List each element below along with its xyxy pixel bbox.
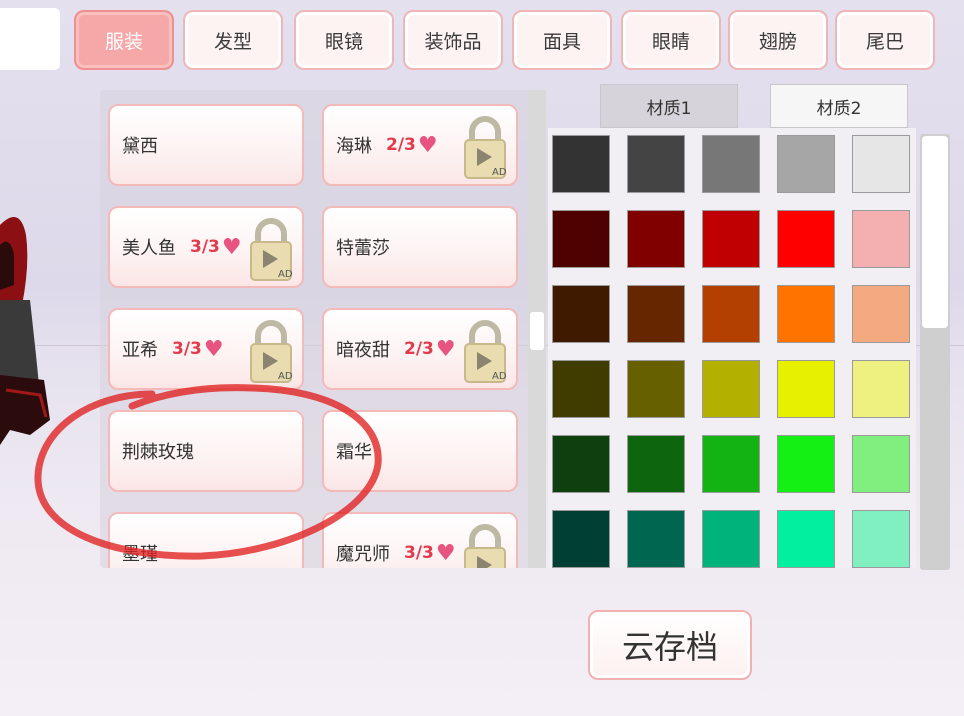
ad-lock-icon: AD (250, 218, 293, 281)
outfit-item[interactable]: 暗夜甜 2/3 ♥ AD (322, 308, 518, 390)
color-swatch[interactable] (777, 210, 835, 268)
outfit-name: 荆棘玫瑰 (122, 442, 194, 463)
color-swatch[interactable] (777, 360, 835, 418)
color-swatch[interactable] (852, 510, 910, 568)
outfit-item[interactable]: 霜华 (322, 410, 518, 492)
tab-6[interactable]: 翅膀 (728, 10, 828, 70)
color-swatch[interactable] (627, 435, 685, 493)
outfit-name: 美人鱼 (122, 238, 176, 259)
color-swatch[interactable] (852, 210, 910, 268)
material-tab-1[interactable]: 材质1 (600, 84, 738, 128)
color-swatch[interactable] (552, 285, 610, 343)
color-swatch[interactable] (852, 135, 910, 193)
outfit-name: 特蕾莎 (336, 238, 390, 259)
outfit-name: 魔咒师 (336, 544, 390, 565)
outfit-item[interactable]: 墨瑾 (108, 512, 304, 568)
heart-icon: ♥ (435, 336, 456, 362)
color-swatch[interactable] (702, 210, 760, 268)
color-swatch[interactable] (777, 285, 835, 343)
outfit-item[interactable]: 荆棘玫瑰 (108, 410, 304, 492)
heart-icon: ♥ (203, 336, 224, 362)
color-palette (548, 128, 916, 568)
color-swatch[interactable] (552, 360, 610, 418)
outfit-item[interactable]: 海琳 2/3 ♥ AD (322, 104, 518, 186)
color-swatch[interactable] (702, 510, 760, 568)
color-swatch[interactable] (702, 285, 760, 343)
outfit-progress: 3/3 (172, 339, 202, 359)
item-list-panel[interactable]: 黛西 海琳 2/3 ♥ AD 美人鱼 3/3 ♥ AD 特蕾莎 亚希 3/3 ♥ AD 暗夜甜 2… (100, 90, 540, 568)
ad-lock-icon: AD (464, 320, 507, 383)
color-swatch[interactable] (627, 510, 685, 568)
color-swatch[interactable] (852, 360, 910, 418)
color-swatch[interactable] (702, 435, 760, 493)
tab-2[interactable]: 眼镜 (294, 10, 394, 70)
tab-1[interactable]: 发型 (183, 10, 283, 70)
tab-4[interactable]: 面具 (512, 10, 612, 70)
color-swatch[interactable] (777, 435, 835, 493)
color-swatch[interactable] (627, 285, 685, 343)
palette-scroll-thumb[interactable] (922, 136, 948, 328)
outfit-item[interactable]: 特蕾莎 (322, 206, 518, 288)
preview-panel (0, 8, 60, 70)
color-swatch[interactable] (552, 210, 610, 268)
outfit-name: 亚希 (122, 340, 158, 361)
color-swatch[interactable] (627, 210, 685, 268)
outfit-name: 暗夜甜 (336, 340, 390, 361)
heart-icon: ♥ (417, 132, 438, 158)
ad-lock-icon: AD (464, 524, 506, 568)
outfit-name: 海琳 (336, 136, 372, 157)
outfit-progress: 3/3 (190, 237, 220, 257)
svg-text:AD: AD (492, 371, 507, 382)
outfit-name: 墨瑾 (122, 544, 158, 565)
item-list-scroll-thumb[interactable] (530, 312, 544, 350)
tab-3[interactable]: 装饰品 (403, 10, 503, 70)
ad-lock-icon: AD (464, 116, 507, 179)
svg-text:AD: AD (492, 167, 507, 178)
color-swatch[interactable] (627, 360, 685, 418)
color-swatch[interactable] (552, 435, 610, 493)
outfit-progress: 2/3 (386, 135, 416, 155)
heart-icon: ♥ (221, 234, 242, 260)
color-swatch[interactable] (777, 510, 835, 568)
outfit-name: 黛西 (122, 136, 158, 157)
color-swatch[interactable] (552, 510, 610, 568)
color-swatch[interactable] (777, 135, 835, 193)
color-swatch[interactable] (852, 285, 910, 343)
character-figure (0, 217, 50, 445)
outfit-item[interactable]: 黛西 (108, 104, 304, 186)
tab-5[interactable]: 眼睛 (621, 10, 721, 70)
color-swatch[interactable] (627, 135, 685, 193)
outfit-item[interactable]: 美人鱼 3/3 ♥ AD (108, 206, 304, 288)
color-swatch[interactable] (852, 435, 910, 493)
ad-lock-icon: AD (250, 320, 293, 383)
outfit-item[interactable]: 魔咒师 3/3 ♥ AD (322, 512, 518, 568)
color-swatch[interactable] (552, 135, 610, 193)
outfit-name: 霜华 (336, 442, 372, 463)
color-swatch[interactable] (702, 360, 760, 418)
outfit-progress: 2/3 (404, 339, 434, 359)
tab-0[interactable]: 服装 (74, 10, 174, 70)
heart-icon: ♥ (435, 540, 456, 566)
cloud-save-button[interactable]: 云存档 (588, 610, 752, 680)
svg-text:AD: AD (278, 269, 293, 280)
material-tab-2[interactable]: 材质2 (770, 84, 908, 128)
color-swatch[interactable] (702, 135, 760, 193)
svg-text:AD: AD (278, 371, 293, 382)
tab-7[interactable]: 尾巴 (835, 10, 935, 70)
outfit-item[interactable]: 亚希 3/3 ♥ AD (108, 308, 304, 390)
outfit-progress: 3/3 (404, 543, 434, 563)
